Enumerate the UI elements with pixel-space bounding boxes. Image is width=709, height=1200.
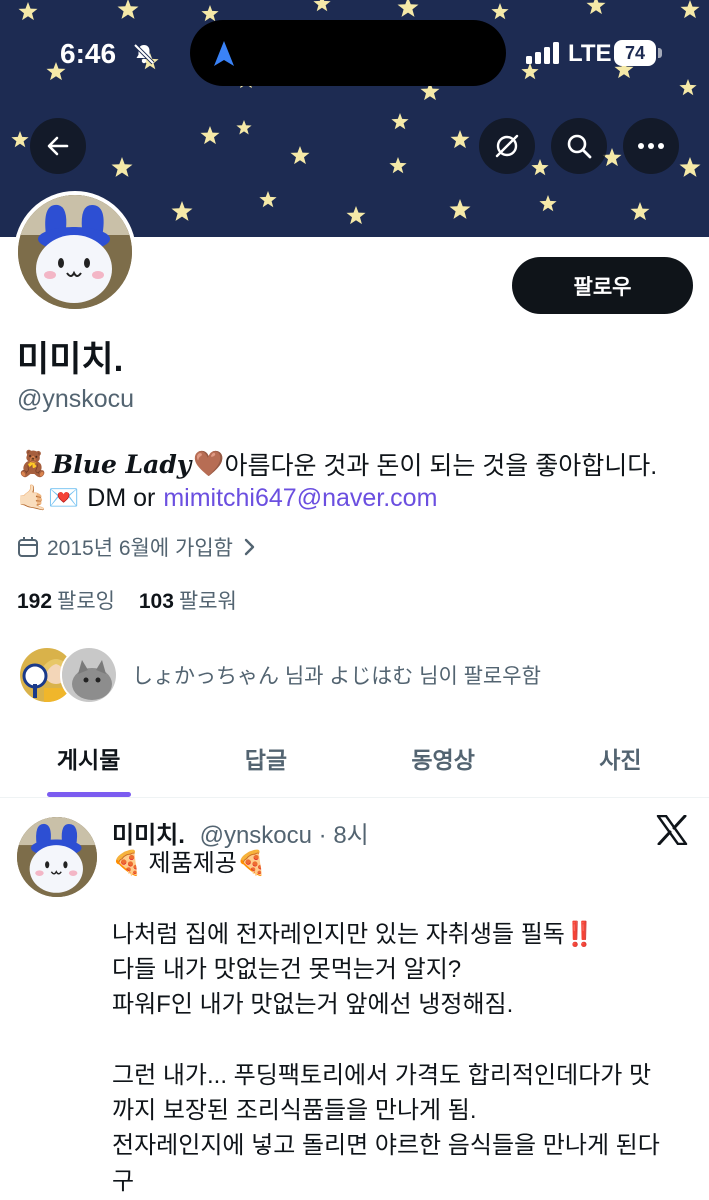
tab-photos-label: 사진: [599, 746, 642, 773]
banner-star: [450, 130, 470, 149]
calendar-icon: [18, 537, 38, 557]
follower-avatar-2: [60, 646, 118, 704]
followers-link[interactable]: 103 팔로워: [139, 590, 255, 613]
tab-photos[interactable]: 사진: [532, 718, 709, 797]
follow-counts: 192 팔로잉 103 팔로워: [17, 585, 255, 615]
tab-videos-label: 동영상: [411, 746, 475, 773]
join-date-text: 2015년 6월에 가입함: [47, 537, 233, 560]
profile-avatar[interactable]: [14, 191, 136, 313]
more-button[interactable]: [623, 118, 679, 174]
call-me-love-letter-emoji: 🤙🏻💌: [17, 483, 80, 512]
banner-star: [171, 201, 193, 221]
grok-icon: [495, 134, 519, 158]
bio-text: 아름다운 것과 돈이 되는 것을 좋아합니다.: [224, 452, 658, 480]
followed-by-row[interactable]: しょかっちゃん 님과 よじはむ 님이 팔로우함: [18, 644, 541, 706]
tweet-text[interactable]: 🍕 제품제공🍕 나처럼 집에 전자레인지만 있는 자취생들 필독‼️ 다들 내가…: [112, 846, 702, 1199]
join-date-row[interactable]: 2015년 6월에 가입함: [17, 532, 255, 562]
banner-star: [630, 202, 650, 221]
followers-count: 103: [138, 590, 174, 613]
more-icon: [638, 143, 664, 149]
banner-star: [389, 157, 407, 174]
following-link[interactable]: 192 팔로잉: [17, 590, 133, 613]
tab-replies[interactable]: 답글: [177, 718, 354, 797]
battery-indicator: 74: [614, 40, 656, 66]
brown-heart-emoji: 🤎: [193, 449, 225, 478]
banner-star: [539, 195, 557, 212]
following-count: 192: [17, 590, 53, 613]
profile-handle: @ynskocu: [17, 385, 135, 413]
banner-star: [449, 199, 471, 219]
banner-star: [200, 126, 220, 145]
x-logo-icon: [656, 815, 688, 845]
silent-bell-icon: [133, 43, 155, 65]
battery-cap: [658, 48, 662, 58]
tweet-handle-time: @ynskocu · 8시: [199, 822, 369, 849]
tweet-author-avatar[interactable]: [17, 817, 97, 897]
active-tab-indicator: [46, 792, 131, 797]
tweet-avatar-image: [17, 817, 97, 897]
bio-fancy-text: Blue Lady: [52, 449, 192, 479]
status-bar: 6:46 LTE 74: [0, 0, 709, 100]
tweet-header: 미미치. @ynskocu · 8시: [112, 815, 369, 850]
tab-posts-label: 게시물: [56, 746, 121, 773]
tab-replies-label: 답글: [244, 746, 288, 773]
search-button[interactable]: [551, 118, 607, 174]
followers-label: 팔로워: [178, 590, 237, 613]
tab-videos[interactable]: 동영상: [355, 718, 532, 797]
search-icon: [567, 134, 592, 159]
banner-star: [259, 191, 277, 208]
grok-button[interactable]: [479, 118, 535, 174]
dynamic-island: [190, 20, 506, 86]
followed-by-text: しょかっちゃん 님과 よじはむ 님이 팔로우함: [132, 665, 541, 688]
tab-posts[interactable]: 게시물: [0, 718, 177, 797]
banner-star: [290, 146, 310, 165]
location-arrow-icon: [214, 41, 234, 66]
avatar-image: [18, 195, 132, 309]
teddy-bear-emoji: 🧸: [17, 449, 49, 478]
banner-star: [111, 157, 133, 177]
banner-star: [531, 159, 549, 176]
follow-button[interactable]: 팔로우: [512, 257, 693, 314]
signal-bars-icon: [526, 42, 559, 64]
banner-star: [11, 131, 29, 148]
plush-character-image: [18, 195, 132, 309]
follower-photo-2: [62, 648, 116, 702]
bio-dm-text: DM or: [87, 483, 156, 512]
status-time: 6:46: [60, 38, 117, 69]
banner-star: [391, 113, 409, 130]
banner-star: [236, 120, 252, 135]
back-button[interactable]: [30, 118, 86, 174]
tweet-author-name[interactable]: 미미치.: [112, 822, 185, 849]
back-arrow-icon: [47, 136, 69, 156]
banner-star: [346, 206, 366, 225]
following-label: 팔로잉: [57, 590, 116, 613]
bio-line-2: 🤙🏻💌 DM or mimitchi647@naver.com: [17, 483, 437, 513]
profile-tabs: 게시물 답글 동영상 사진: [0, 718, 709, 798]
banner-star: [679, 157, 701, 177]
chevron-right-icon: [244, 538, 255, 556]
profile-name: 미미치.: [17, 340, 124, 379]
bio-line-1: 🧸 Blue Lady 🤎 아름다운 것과 돈이 되는 것을 좋아합니다.: [17, 446, 657, 482]
network-type: LTE: [568, 40, 612, 67]
bio-email-link[interactable]: mimitchi647@naver.com: [163, 484, 437, 513]
